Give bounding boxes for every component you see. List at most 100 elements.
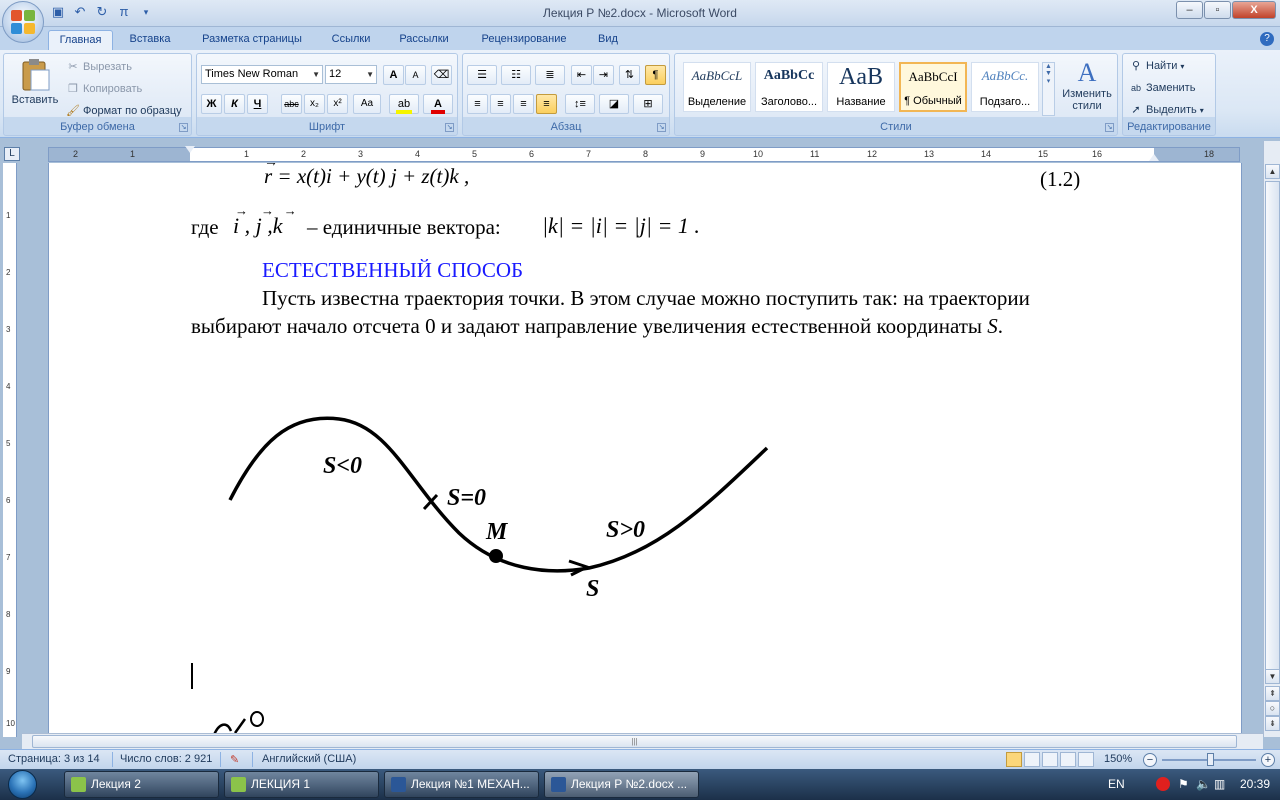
clock[interactable]: 20:39 [1240,777,1270,791]
browse-object-button[interactable]: ○ [1265,701,1280,716]
align-left-button[interactable]: ≡ [467,94,488,114]
trajectory-figure[interactable] [209,403,809,613]
align-center-button[interactable]: ≡ [490,94,511,114]
zoom-in-button[interactable]: + [1261,753,1275,767]
styles-scroll[interactable]: ▲ ▼ ▾ [1042,62,1055,116]
bold-button[interactable]: Ж [201,94,222,114]
taskbar-item-active[interactable]: Лекция Р №2.docx ... [544,771,699,798]
italic-button[interactable]: К [224,94,245,114]
sort-button[interactable]: ⇅ [619,65,640,85]
style-title[interactable]: AaB Название [827,62,895,112]
horizontal-ruler[interactable]: 2 1 1 2 3 4 5 6 7 8 9 10 11 12 13 14 15 … [48,146,1240,162]
office-button[interactable] [2,1,44,43]
outline-view-button[interactable] [1060,752,1076,767]
paragraph-dialog-launcher[interactable]: ↘ [657,123,666,132]
tab-selector[interactable]: L [4,147,20,161]
show-marks-button[interactable]: ¶ [645,65,666,85]
zoom-out-button[interactable]: − [1143,753,1157,767]
style-emphasis[interactable]: AaBbCcL Выделение [683,62,751,112]
language-indicator[interactable]: EN [1108,777,1125,791]
help-icon[interactable]: ? [1260,32,1274,46]
scroll-up-button[interactable]: ▲ [1265,164,1280,179]
bullets-button[interactable]: ☰ [467,65,497,85]
highlight-button[interactable]: ab [389,94,419,114]
style-subtitle[interactable]: AaBbCc. Подзаго... [971,62,1039,112]
paste-button[interactable]: Вставить [10,58,60,106]
web-layout-button[interactable] [1042,752,1058,767]
styles-dialog-launcher[interactable]: ↘ [1105,123,1114,132]
start-button[interactable] [4,769,44,800]
subscript-button[interactable]: x₂ [304,94,325,114]
language[interactable]: Английский (США) [262,753,356,765]
previous-page-button[interactable]: ⇞ [1265,686,1280,701]
change-styles-button[interactable]: A Изменить стили [1059,58,1115,112]
next-page-button[interactable]: ⇟ [1265,716,1280,731]
replace-button[interactable]: ab Заменить [1129,81,1195,95]
find-button[interactable]: ⚲ Найти ▾ [1129,59,1184,73]
full-screen-reading-button[interactable] [1024,752,1040,767]
tab-references[interactable]: Ссылки [322,30,380,50]
format-painter-button[interactable]: 🖌 Формат по образцу [66,104,182,118]
cut-button[interactable]: ✂ Вырезать [66,60,132,74]
tab-insert[interactable]: Вставка [118,30,182,50]
clipboard-dialog-launcher[interactable]: ↘ [179,123,188,132]
first-line-indent-marker[interactable] [185,146,195,153]
align-right-button[interactable]: ≡ [513,94,534,114]
right-indent-marker[interactable] [1149,154,1159,161]
scroll-down-button[interactable]: ▼ [1265,669,1280,684]
close-button[interactable]: X [1232,1,1276,19]
underline-button[interactable]: Ч [247,94,268,114]
opera-icon[interactable] [1156,777,1170,791]
print-layout-view-button[interactable] [1006,752,1022,767]
maximize-button[interactable]: ▫ [1204,1,1231,19]
taskbar-item[interactable]: ЛЕКЦИЯ 1 [224,771,379,798]
line-spacing-button[interactable]: ↕≡ [565,94,595,114]
speaker-icon[interactable]: 🔈 [1196,777,1211,791]
copy-button[interactable]: ❐ Копировать [66,82,142,96]
zoom-slider-thumb[interactable] [1207,753,1214,766]
shading-button[interactable]: ◪ [599,94,629,114]
superscript-button[interactable]: x² [327,94,348,114]
font-color-button[interactable]: A [423,94,453,114]
tab-home[interactable]: Главная [48,30,113,50]
vertical-ruler[interactable]: 1 2 3 4 5 6 7 8 9 10 [0,163,22,737]
draft-view-button[interactable] [1078,752,1094,767]
flag-icon[interactable]: ⚑ [1178,777,1189,791]
increase-indent-button[interactable]: ⇥ [593,65,614,85]
change-case-button[interactable]: Aa [353,94,381,114]
tab-mailings[interactable]: Рассылки [388,30,460,50]
justify-button[interactable]: ≡ [536,94,557,114]
font-size-box[interactable]: 12 ▼ [325,65,377,84]
borders-button[interactable]: ⊞ [633,94,663,114]
tab-page-layout[interactable]: Разметка страницы [190,30,314,50]
vertical-scrollbar[interactable]: ▲ ▼ ⇞ ○ ⇟ [1263,141,1280,737]
tab-view[interactable]: Вид [588,30,628,50]
minimize-button[interactable]: – [1176,1,1203,19]
indent-icon: ⇥ [598,69,609,81]
scroll-thumb[interactable] [1265,181,1280,681]
document-area[interactable]: →r = x(t)i + y(t) j + z(t)k , (1.2) где … [22,163,1263,737]
network-icon[interactable]: ▥ [1214,777,1225,791]
numbering-button[interactable]: ☷ [501,65,531,85]
tab-review[interactable]: Рецензирование [468,30,580,50]
taskbar-item[interactable]: Лекция №1 МЕХАН... [384,771,539,798]
multilevel-list-button[interactable]: ≣ [535,65,565,85]
word-count[interactable]: Число слов: 2 921 [120,753,212,765]
clear-formatting-button[interactable]: ⌫ [431,65,452,85]
font-name-box[interactable]: Times New Roman ▼ [201,65,323,84]
strikethrough-button[interactable]: abc [281,94,302,114]
style-normal[interactable]: AaBbCcI ¶ Обычный [899,62,967,112]
document-page[interactable]: →r = x(t)i + y(t) j + z(t)k , (1.2) где … [48,163,1242,737]
style-heading[interactable]: AaBbCc Заголово... [755,62,823,112]
shrink-font-button[interactable]: A [405,65,426,85]
decrease-indent-button[interactable]: ⇤ [571,65,592,85]
spellcheck-icon[interactable]: ✎ [230,753,239,766]
zoom-level[interactable]: 150% [1104,753,1132,765]
grow-font-button[interactable]: A [383,65,404,85]
select-button[interactable]: ➚ Выделить ▾ [1129,103,1203,117]
horizontal-scrollbar[interactable]: ||| [22,733,1263,749]
taskbar-item[interactable]: Лекция 2 [64,771,219,798]
font-dialog-launcher[interactable]: ↘ [445,123,454,132]
page-count[interactable]: Страница: 3 из 14 [8,753,100,765]
horizontal-scroll-thumb[interactable]: ||| [32,735,1237,748]
